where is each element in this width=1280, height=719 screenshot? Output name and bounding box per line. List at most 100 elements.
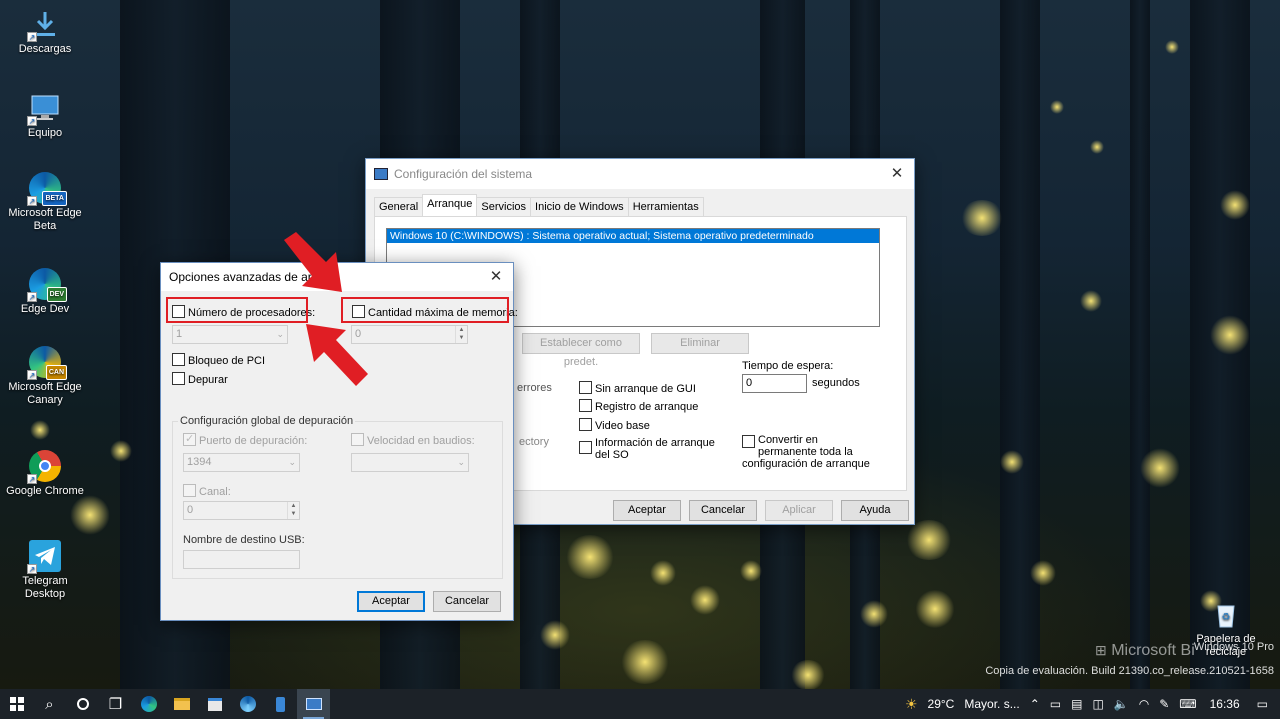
debug-port-checkbox[interactable] [183, 432, 196, 446]
os-boot-info-checkbox[interactable] [579, 441, 592, 454]
pci-lock-option[interactable]: Bloqueo de PCI [172, 353, 265, 367]
usb-target-input[interactable] [183, 550, 300, 569]
red-arrow-icon [284, 232, 342, 292]
telegram-icon: ↗ [27, 540, 61, 574]
taskbar-edge-beta-icon[interactable] [231, 689, 264, 719]
no-gui-boot-option[interactable]: Sin arranque de GUI [579, 381, 696, 395]
highlight-max-memory [341, 297, 509, 323]
weather-temp[interactable]: 29°C [928, 697, 955, 711]
channel-input[interactable]: 0 ▲ ▼ [183, 501, 300, 520]
global-debug-group-label: Configuración global de depuración [178, 415, 356, 427]
set-default-button[interactable]: Establecer como predet. [522, 333, 640, 368]
wifi-icon[interactable]: ◠ [1139, 697, 1149, 711]
computer-icon: ↗ [27, 92, 61, 126]
boot-log-option[interactable]: Registro de arranque [579, 399, 698, 413]
edge-beta-icon: BETA ↗ [27, 172, 67, 206]
pci-lock-checkbox[interactable] [172, 353, 185, 366]
chevron-up-icon[interactable]: ⌃ [1030, 697, 1040, 711]
debug-port-option[interactable]: Puerto de depuración: [183, 432, 307, 447]
syscfg-tabs: General Arranque Servicios Inicio de Win… [374, 194, 704, 216]
network-icon[interactable]: ▤ [1071, 697, 1082, 711]
tree-trunk [1000, 0, 1040, 689]
weather-text[interactable]: Mayor. s... [964, 697, 1019, 711]
desktop-icon-edge-beta[interactable]: BETA ↗ Microsoft Edge Beta [3, 172, 87, 233]
syscfg-help-button[interactable]: Ayuda [841, 500, 909, 521]
highlight-num-processors [166, 297, 308, 323]
usb-target-label: Nombre de destino USB: [183, 534, 305, 546]
cortana-icon[interactable] [66, 689, 99, 719]
seconds-label: segundos [812, 377, 860, 389]
delete-button[interactable]: Eliminar [651, 333, 749, 354]
advanced-ok-button[interactable]: Aceptar [357, 591, 425, 612]
download-folder-icon: ↗ [27, 8, 61, 42]
chrome-icon: ↗ [27, 450, 61, 484]
syscfg-cancel-button[interactable]: Cancelar [689, 500, 757, 521]
taskbar-msconfig-icon[interactable] [297, 689, 330, 719]
system-tray: ☀ 29°C Mayor. s... ⌃ ▭ ▤ ◫ 🔈 ◠ ✎ ⌨ 16:36… [900, 689, 1280, 719]
taskbar: ⌕ ❐ ☀ 29°C Mayor. s... ⌃ ▭ ▤ ◫ 🔈 ◠ ✎ ⌨ 1… [0, 689, 1280, 719]
desktop-icon-edge-dev[interactable]: DEV ↗ Edge Dev [3, 268, 87, 316]
battery-icon[interactable]: ▭ [1050, 697, 1061, 711]
desktop-icon-chrome[interactable]: ↗ Google Chrome [3, 450, 87, 498]
make-permanent-checkbox[interactable] [742, 435, 755, 448]
no-gui-boot-checkbox[interactable] [579, 381, 592, 394]
close-icon[interactable]: ✕ [880, 159, 914, 189]
tab-arranque[interactable]: Arranque [422, 194, 478, 216]
pen-icon[interactable]: ✎ [1159, 697, 1169, 711]
task-view-icon[interactable]: ❐ [99, 689, 132, 719]
notifications-icon[interactable]: ▭ [1257, 697, 1268, 711]
recycle-bin-icon: ♻ [1210, 598, 1242, 630]
file-explorer-icon[interactable] [165, 689, 198, 719]
webcam-icon[interactable]: ◫ [1092, 697, 1103, 711]
os-list-item[interactable]: Windows 10 (C:\WINDOWS) : Sistema operat… [387, 229, 879, 243]
syscfg-ok-button[interactable]: Aceptar [613, 500, 681, 521]
start-button[interactable] [0, 689, 33, 719]
search-icon[interactable]: ⌕ [33, 689, 66, 719]
taskbar-edge-icon[interactable] [132, 689, 165, 719]
timeout-label: Tiempo de espera: [742, 360, 834, 372]
syscfg-title: Configuración del sistema [394, 167, 533, 181]
weather-icon[interactable]: ☀ [905, 696, 918, 713]
volume-icon[interactable]: 🔈 [1114, 697, 1129, 711]
baud-rate-option[interactable]: Velocidad en baudios: [351, 433, 475, 447]
safe-boot-partial-label: errores [517, 382, 552, 394]
syscfg-apply-button[interactable]: Aplicar [765, 500, 833, 521]
base-video-option[interactable]: Video base [579, 418, 650, 432]
tab-servicios[interactable]: Servicios [476, 197, 532, 216]
base-video-checkbox[interactable] [579, 418, 592, 431]
channel-checkbox[interactable] [183, 484, 196, 497]
advanced-cancel-button[interactable]: Cancelar [433, 591, 501, 612]
store-icon[interactable] [198, 689, 231, 719]
syscfg-titlebar[interactable]: Configuración del sistema ✕ [366, 159, 914, 189]
svg-text:♻: ♻ [1222, 612, 1231, 623]
debug-port-combo[interactable]: 1394 ⌄ [183, 453, 300, 472]
baud-rate-checkbox[interactable] [351, 433, 364, 446]
baud-rate-combo[interactable]: ⌄ [351, 453, 469, 472]
phone-app-icon[interactable] [264, 689, 297, 719]
language-icon[interactable]: ⌨ [1179, 697, 1196, 711]
boot-log-checkbox[interactable] [579, 399, 592, 412]
tab-herramientas[interactable]: Herramientas [627, 197, 704, 216]
tree-trunk [1130, 0, 1150, 689]
desktop-icon-edge-canary[interactable]: CAN ↗ Microsoft Edge Canary [3, 346, 87, 407]
num-processors-combo[interactable]: 1 ⌄ [172, 325, 288, 344]
debug-option[interactable]: Depurar [172, 372, 228, 386]
tab-general[interactable]: General [374, 197, 424, 216]
red-arrow-icon [306, 324, 368, 386]
os-boot-info-option[interactable]: Información de arranque del SO [579, 437, 727, 461]
close-icon[interactable]: ✕ [479, 263, 513, 291]
directory-partial-label: ectory [519, 436, 549, 448]
timeout-input[interactable]: 0 [742, 374, 807, 393]
desktop-icon-telegram[interactable]: ↗ Telegram Desktop [3, 540, 87, 601]
debug-checkbox[interactable] [172, 372, 185, 385]
desktop-icon-descargas[interactable]: ↗ Descargas [3, 8, 87, 56]
channel-option[interactable]: Canal: [183, 484, 231, 498]
evaluation-watermark: Windows 10 Pro Copia de evaluación. Buil… [985, 641, 1274, 677]
windows-logo-icon [9, 697, 24, 711]
msconfig-icon [374, 168, 388, 180]
tab-inicio-windows[interactable]: Inicio de Windows [530, 197, 629, 216]
desktop-icon-equipo[interactable]: ↗ Equipo [3, 92, 87, 140]
edge-canary-icon: CAN ↗ [27, 346, 67, 380]
make-permanent-option[interactable]: Convertir en permanente toda la configur… [742, 434, 877, 470]
clock[interactable]: 16:36 [1210, 697, 1240, 711]
